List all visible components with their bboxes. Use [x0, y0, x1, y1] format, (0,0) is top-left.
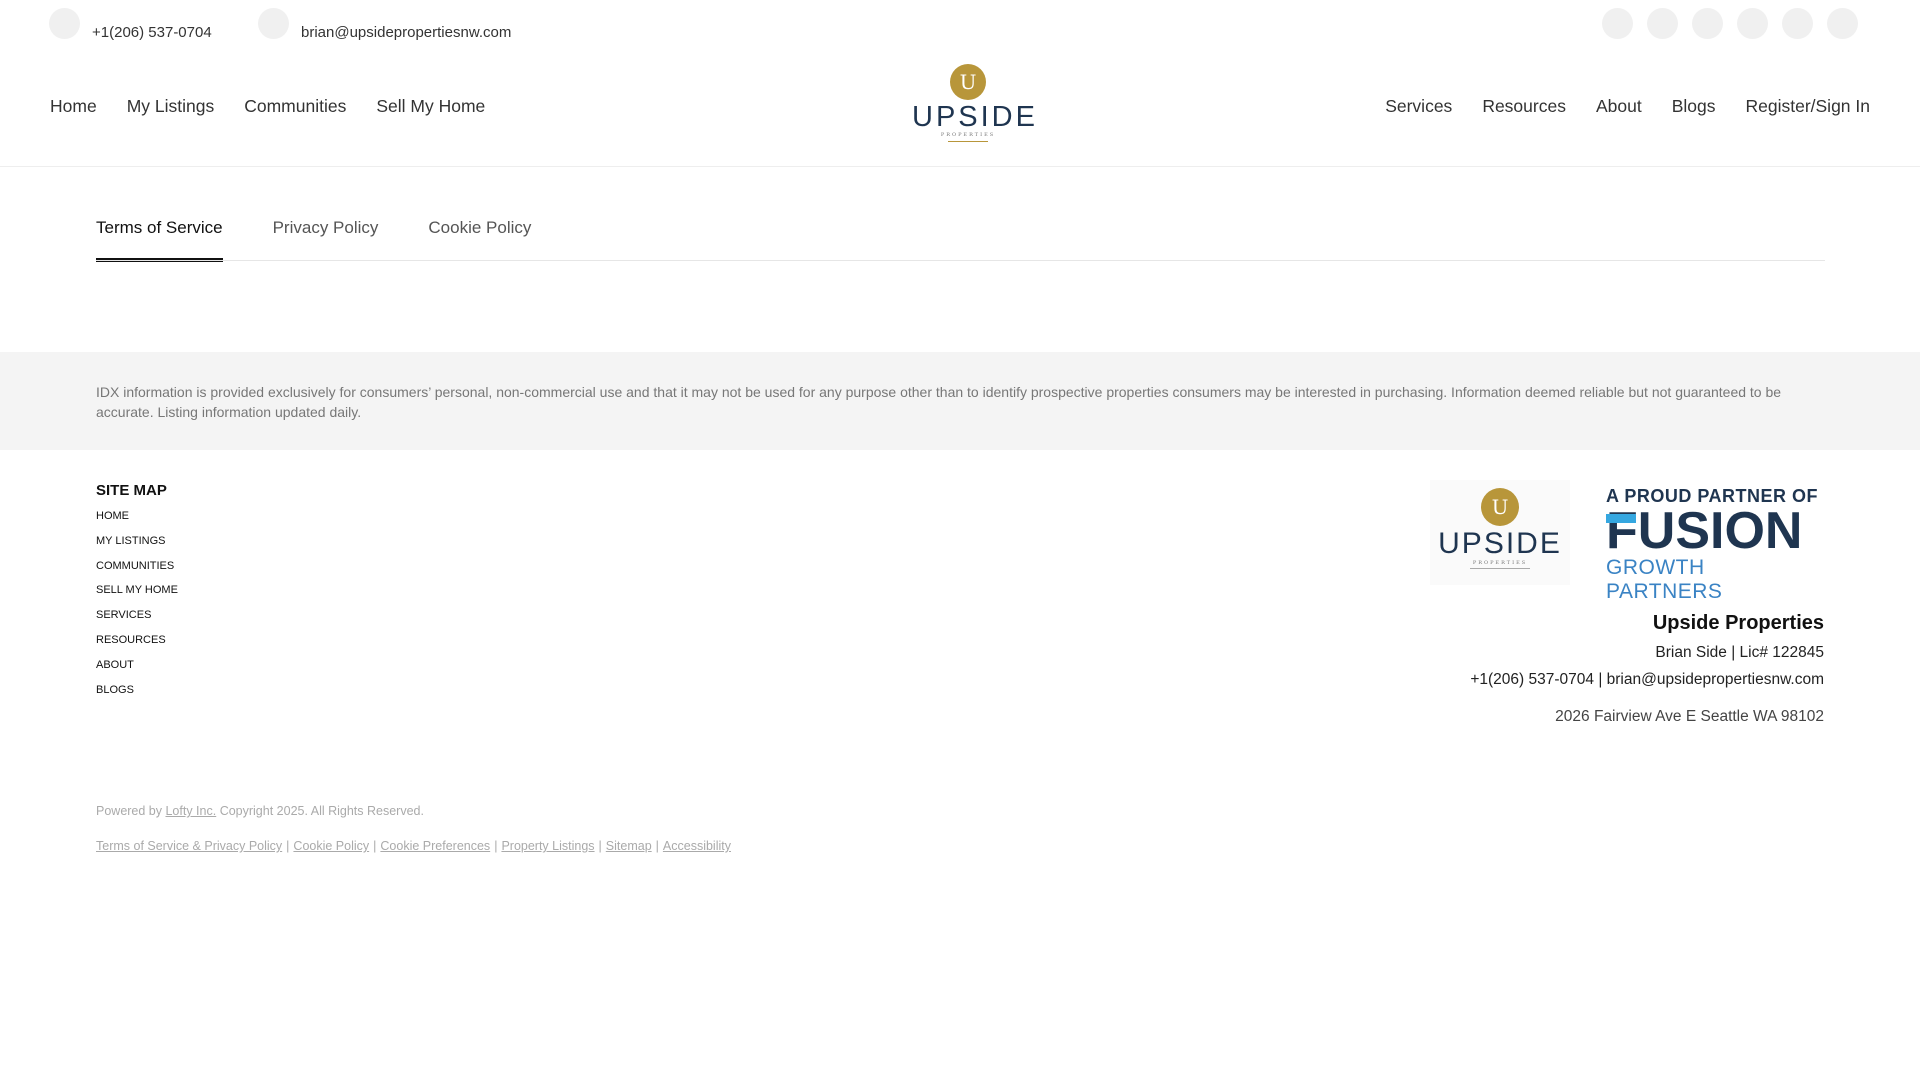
footer-upside-logo: U UPSIDE PROPERTIES [1430, 480, 1570, 585]
logo-emblem: U [950, 64, 986, 100]
tiktok-icon[interactable] [1827, 8, 1858, 39]
nav-item-services[interactable]: Services [1385, 96, 1452, 117]
fusion-partner-logo: A PROUD PARTNER OF FUSION GROWTH PARTNER… [1606, 486, 1825, 603]
phone-contact[interactable]: +1(206) 537-0704 [49, 8, 212, 41]
youtube-icon[interactable] [1737, 8, 1768, 39]
separator: | [598, 839, 602, 853]
twitter-icon[interactable] [1782, 8, 1813, 39]
tab-terms-of-service[interactable]: Terms of Service [96, 218, 223, 262]
footer-contact[interactable]: +1(206) 537-0704 | brian@upsidepropertie… [1470, 671, 1824, 689]
partner-wordmark-text: FUSION [1606, 502, 1803, 560]
nav-item-about[interactable]: About [1596, 96, 1642, 117]
header-divider [0, 166, 1920, 167]
site-logo[interactable]: U UPSIDE PROPERTIES [912, 62, 1038, 142]
footer-logos: U UPSIDE PROPERTIES A PROUD PARTNER OF F… [1430, 480, 1825, 603]
nav-item-communities[interactable]: Communities [244, 96, 346, 117]
footer-logo-wordmark: UPSIDE [1438, 527, 1562, 560]
footer-logo-emblem: U [1481, 488, 1519, 526]
partner-wordmark: FUSION [1606, 505, 1825, 557]
instagram-icon[interactable] [1647, 8, 1678, 39]
partner-subtitle: GROWTH PARTNERS [1606, 556, 1723, 603]
footer-company-name: Upside Properties [1652, 612, 1824, 634]
phone-icon [49, 8, 80, 39]
cookie-policy-link[interactable]: Cookie Policy [293, 839, 369, 853]
top-bar: +1(206) 537-0704 brian@upsidepropertiesn… [0, 0, 1920, 58]
separator: | [655, 839, 659, 853]
property-listings-link[interactable]: Property Listings [501, 839, 594, 853]
site-map-item-communities[interactable]: COMMUNITIES [96, 557, 178, 582]
nav-item-resources[interactable]: Resources [1482, 96, 1566, 117]
site-map-item-services[interactable]: SERVICES [96, 606, 178, 631]
site-map-title: SITE MAP [96, 482, 167, 499]
tab-privacy-policy[interactable]: Privacy Policy [273, 218, 379, 262]
site-map-item-resources[interactable]: RESOURCES [96, 631, 178, 656]
footer-address: 2026 Fairview Ave E Seattle WA 98102 [1555, 708, 1824, 725]
legal-links: Terms of Service & Privacy Policy | Cookie… [96, 839, 731, 853]
disclaimer-text: IDX information is provided exclusively … [96, 384, 1782, 420]
footer-agent-license: Brian Side | Lic# 122845 [1655, 644, 1824, 661]
main-nav-right: Services Resources About Blogs Register/… [1385, 96, 1870, 117]
facebook-icon[interactable] [1602, 8, 1633, 39]
sitemap-link[interactable]: Sitemap [606, 839, 652, 853]
terms-privacy-link[interactable]: Terms of Service & Privacy Policy [96, 839, 282, 853]
powered-by: Powered by Lofty Inc. Copyright 2025. Al… [96, 804, 424, 818]
copyright-text: Copyright 2025. All Rights Reserved. [216, 804, 424, 818]
site-map-item-sell-my-home[interactable]: SELL MY HOME [96, 581, 178, 606]
nav-item-blogs[interactable]: Blogs [1672, 96, 1716, 117]
site-map-item-my-listings[interactable]: MY LISTINGS [96, 532, 178, 557]
social-links [1602, 8, 1858, 39]
tabs-divider [96, 260, 1825, 261]
site-map: SITE MAP HOME MY LISTINGS COMMUNITIES SE… [96, 482, 178, 705]
cookie-preferences-link[interactable]: Cookie Preferences [380, 839, 490, 853]
site-map-item-about[interactable]: ABOUT [96, 656, 178, 681]
email-contact[interactable]: brian@upsidepropertiesnw.com [258, 8, 511, 41]
logo-divider [948, 141, 988, 142]
email-address[interactable]: brian@upsidepropertiesnw.com [301, 24, 511, 41]
policy-tabs: Terms of Service Privacy Policy Cookie P… [96, 218, 581, 262]
powered-prefix: Powered by [96, 804, 166, 818]
nav-item-sell-my-home[interactable]: Sell My Home [376, 96, 485, 117]
footer-logo-divider [1470, 568, 1530, 569]
tab-cookie-policy[interactable]: Cookie Policy [428, 218, 531, 262]
separator: | [494, 839, 498, 853]
main-nav-left: Home My Listings Communities Sell My Hom… [50, 96, 485, 117]
phone-number[interactable]: +1(206) 537-0704 [92, 24, 212, 41]
partner-accent-bar [1606, 514, 1636, 523]
register-sign-in-link[interactable]: Register/Sign In [1745, 96, 1870, 117]
site-map-list: HOME MY LISTINGS COMMUNITIES SELL MY HOM… [96, 507, 178, 705]
separator: | [286, 839, 290, 853]
separator: | [373, 839, 377, 853]
linkedin-icon[interactable] [1692, 8, 1723, 39]
lofty-link[interactable]: Lofty Inc. [165, 804, 216, 818]
email-icon [258, 8, 289, 39]
site-map-item-blogs[interactable]: BLOGS [96, 681, 178, 706]
site-map-item-home[interactable]: HOME [96, 507, 178, 532]
nav-item-my-listings[interactable]: My Listings [127, 96, 215, 117]
accessibility-link[interactable]: Accessibility [663, 839, 731, 853]
logo-wordmark: UPSIDE [912, 101, 1038, 133]
nav-item-home[interactable]: Home [50, 96, 97, 117]
idx-disclaimer: IDX information is provided exclusively … [0, 352, 1920, 450]
footer-logo-subtitle: PROPERTIES [1472, 560, 1528, 566]
